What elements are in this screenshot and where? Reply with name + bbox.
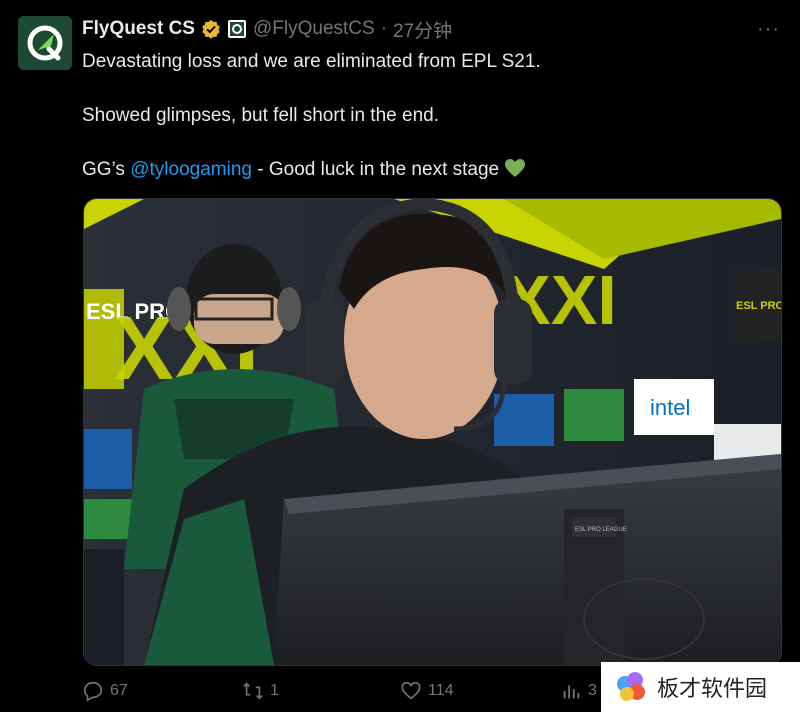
views-count: 3 xyxy=(588,682,597,699)
reply-icon xyxy=(83,681,103,702)
monitor-label: ESL PRO LEAGUE xyxy=(575,527,627,533)
more-options-icon[interactable]: ··· xyxy=(757,18,780,41)
watermark-text: 板才软件园 xyxy=(657,677,768,702)
repost-button[interactable]: 1 xyxy=(242,680,279,702)
avatar[interactable] xyxy=(18,16,72,70)
watermark-logo-icon xyxy=(617,672,645,701)
separator-dot: · xyxy=(380,18,388,39)
reply-button[interactable]: 67 xyxy=(82,680,128,702)
tweet-line: Devastating loss and we are eliminated f… xyxy=(82,51,541,72)
sponsor-intel: intel xyxy=(650,395,690,420)
tweet-text-segment: - Good luck in the next stage xyxy=(251,159,505,180)
tweet-body: Devastating loss and we are eliminated f… xyxy=(82,48,772,213)
tweet-media-image[interactable]: ESL PRO LEAGUE XXI XXI ESL PRO LEAGUE in… xyxy=(83,198,782,666)
banner-text-right: ESL PRO LEAGUE xyxy=(736,300,781,312)
timestamp[interactable]: 27分钟 xyxy=(393,16,452,43)
like-count: 114 xyxy=(428,682,454,699)
like-button[interactable]: 114 xyxy=(400,680,454,702)
tweet-line: Showed glimpses, but fell short in the e… xyxy=(82,105,439,126)
repost-icon xyxy=(243,682,263,700)
flyquest-logo-icon xyxy=(18,16,72,70)
watermark: 板才软件园 xyxy=(601,662,800,712)
tweet-line: GG’s @tyloogaming - Good luck in the nex… xyxy=(82,156,772,186)
author-name[interactable]: FlyQuest CS xyxy=(82,18,195,40)
heart-icon xyxy=(401,681,421,700)
reply-count: 67 xyxy=(110,682,128,699)
verified-badge-icon[interactable] xyxy=(201,19,221,39)
tweet-text-segment: GG’s xyxy=(82,159,131,180)
tweet-header: FlyQuest CS @FlyQuestCS · 27分钟 xyxy=(82,16,452,42)
views-chart-icon xyxy=(563,685,580,699)
views-button[interactable]: 3 xyxy=(560,680,597,702)
author-handle[interactable]: @FlyQuestCS xyxy=(253,18,375,40)
green-heart-icon xyxy=(504,158,526,186)
repost-count: 1 xyxy=(270,682,279,699)
player-photo: ESL PRO LEAGUE XXI XXI ESL PRO LEAGUE in… xyxy=(84,199,781,665)
mention-link[interactable]: @tyloogaming xyxy=(130,159,252,180)
affiliate-badge-icon[interactable] xyxy=(227,19,247,39)
